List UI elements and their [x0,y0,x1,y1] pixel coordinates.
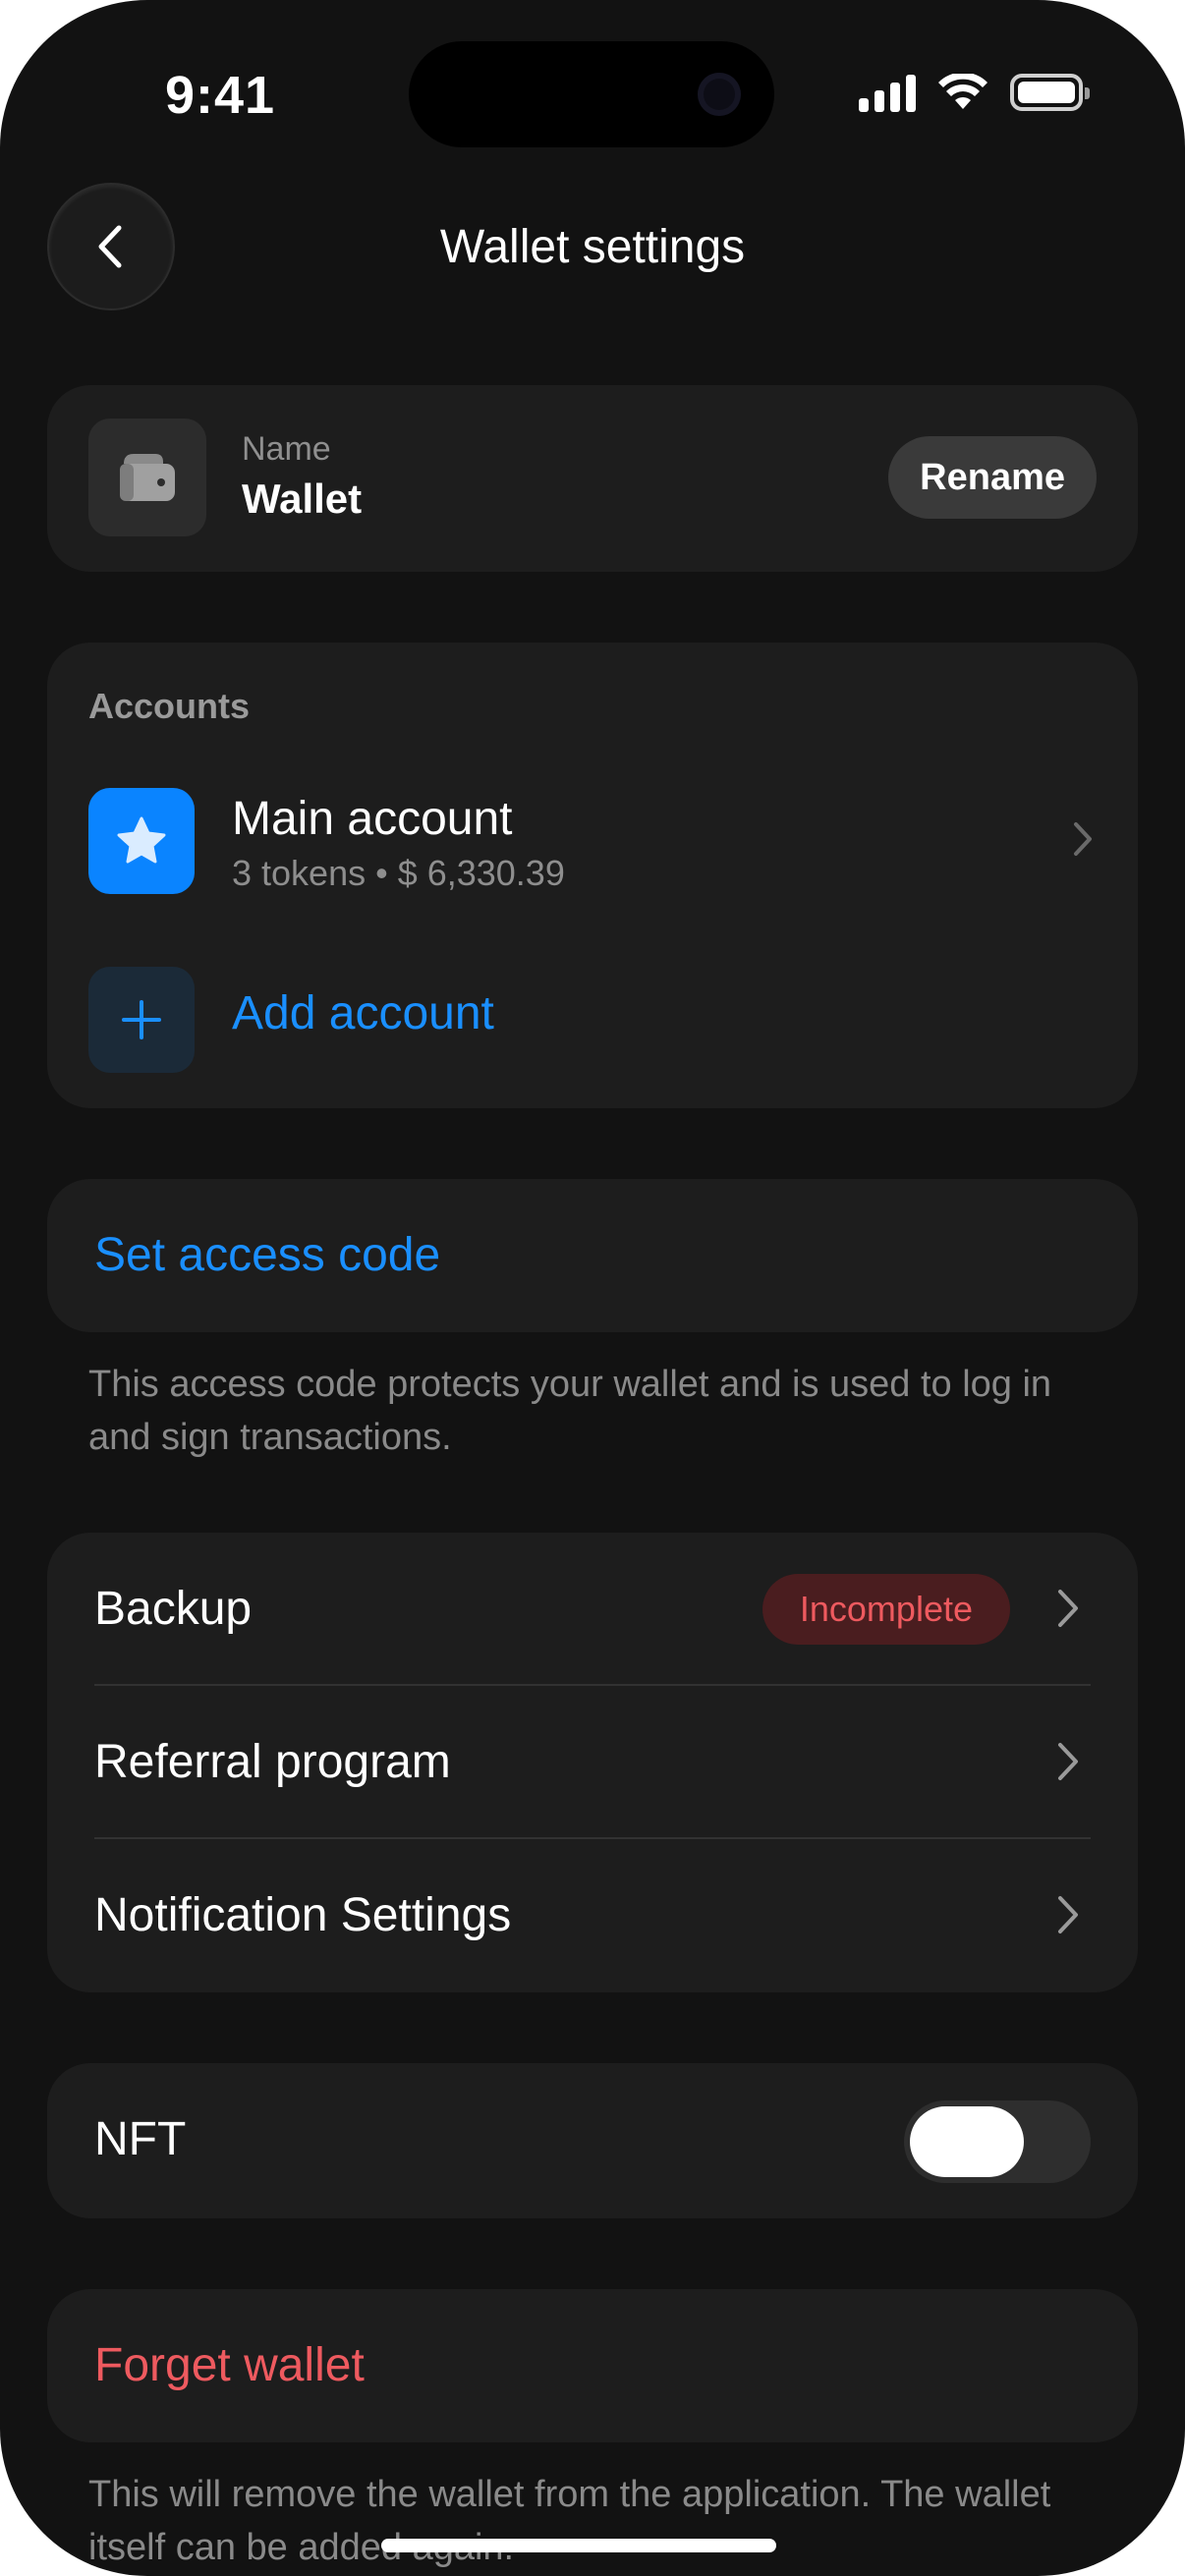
account-name: Main account [232,793,513,845]
camera-icon [698,73,741,116]
access-code-caption: This access code protects your wallet an… [88,1364,1052,1458]
nft-row: NFT [47,2063,1138,2218]
backup-row[interactable]: Backup Incomplete [47,1533,1138,1686]
nft-toggle[interactable] [904,2100,1091,2183]
status-icons [859,73,1090,112]
name-label: Name [242,430,331,468]
accounts-card: Accounts Main account 3 tokens • $ 6,330… [47,643,1138,1108]
cellular-signal-icon [859,73,916,112]
chevron-right-icon [1053,1890,1083,1944]
settings-list: Backup Incomplete Referral program Notif… [47,1533,1138,1992]
forget-wallet-label: Forget wallet [94,2339,365,2391]
backup-label: Backup [94,1583,253,1635]
battery-icon [1010,74,1090,111]
wifi-icon [938,74,988,109]
chevron-right-icon [1053,1737,1083,1791]
star-icon [88,788,195,894]
wallet-name: Wallet [242,476,363,522]
backup-status-badge: Incomplete [762,1574,1010,1645]
chevron-right-icon [1069,817,1097,866]
chevron-right-icon [1053,1584,1083,1638]
phone-screen: 9:41 Wallet settings Name Wallet Rename … [0,0,1185,2576]
home-indicator [381,2539,776,2552]
wallet-icon [88,419,206,536]
account-balance: 3 tokens • $ 6,330.39 [232,853,565,893]
set-access-code-label: Set access code [94,1229,441,1281]
forget-wallet-caption: This will remove the wallet from the app… [88,2474,1051,2568]
notification-settings-row[interactable]: Notification Settings [47,1839,1138,1992]
dynamic-island [409,41,774,147]
set-access-code-button[interactable]: Set access code [47,1179,1138,1332]
forget-wallet-button[interactable]: Forget wallet [47,2289,1138,2442]
nft-label: NFT [94,2113,187,2165]
add-account-label: Add account [232,987,494,1039]
accounts-section-label: Accounts [88,686,251,726]
referral-program-row[interactable]: Referral program [47,1686,1138,1839]
page-title: Wallet settings [439,221,746,273]
rename-button[interactable]: Rename [888,436,1097,519]
wallet-name-card: Name Wallet Rename [47,385,1138,572]
toggle-knob [910,2106,1024,2177]
referral-program-label: Referral program [94,1736,451,1788]
plus-icon [88,967,195,1073]
status-time: 9:41 [165,66,276,125]
notification-settings-label: Notification Settings [94,1889,512,1941]
